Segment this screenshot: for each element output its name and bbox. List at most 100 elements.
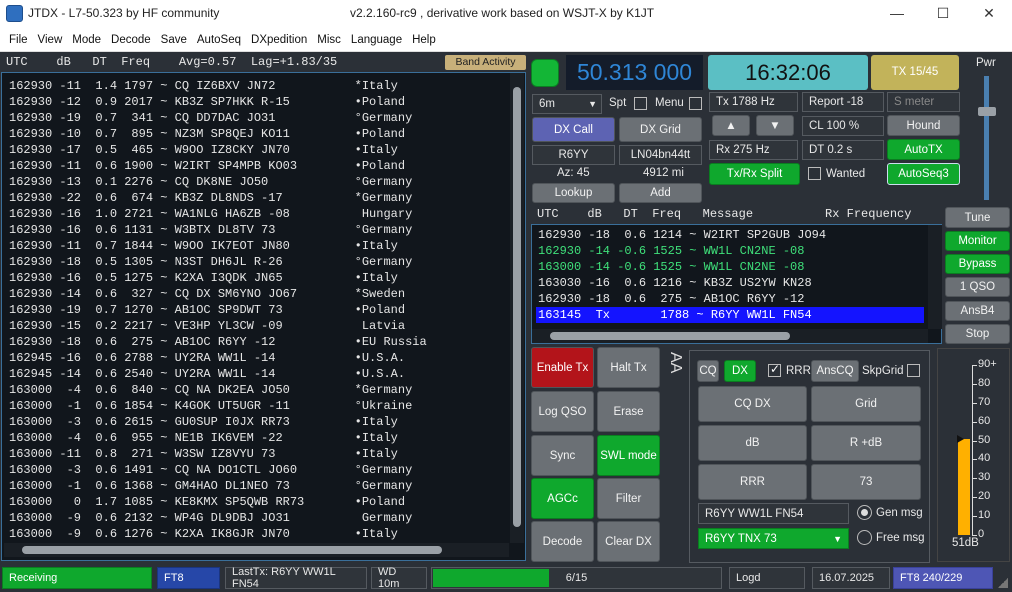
band-row[interactable]: 162945 -16 0.6 2788 ~ UY2RA WW1L -14 •U.…: [9, 350, 405, 366]
rx-frequency-spinbox[interactable]: Rx 275 Hz: [709, 140, 798, 160]
decode-button[interactable]: Decode: [531, 521, 594, 562]
scroll-thumb[interactable]: [22, 546, 442, 554]
r-db-button[interactable]: R +dB: [811, 425, 921, 461]
band-row[interactable]: 163000 -4 0.6 955 ~ NE1B IK6VEM -22 •Ita…: [9, 430, 398, 446]
menu-save[interactable]: Save: [156, 28, 192, 52]
band-row[interactable]: 162930 -16 0.5 1275 ~ K2XA I3QDK JN65 •I…: [9, 270, 398, 286]
pwr-slider-track[interactable]: [984, 76, 989, 200]
menu-file[interactable]: File: [4, 28, 33, 52]
lookup-button[interactable]: Lookup: [532, 183, 615, 203]
band-row[interactable]: 163000 -9 0.6 2132 ~ WP4G DL9DBJ JO31 Ge…: [9, 510, 412, 526]
band-row[interactable]: 162930 -11 0.7 1844 ~ W9OO IK7EOT JN80 •…: [9, 238, 398, 254]
menu-checkbox[interactable]: [689, 97, 702, 110]
band-row[interactable]: 162930 -22 0.6 674 ~ KB3Z DL8NDS -17 *Ge…: [9, 190, 412, 206]
band-row[interactable]: 162930 -19 0.7 341 ~ CQ DD7DAC JO31 °Ger…: [9, 110, 412, 126]
freq-up-button[interactable]: ▲: [712, 115, 750, 136]
clear-dx-button[interactable]: Clear DX: [597, 521, 660, 562]
band-row[interactable]: 163000 0 1.7 1085 ~ KE8KMX SP5QWB RR73 •…: [9, 494, 405, 510]
wanted-checkbox[interactable]: [808, 167, 821, 180]
close-icon[interactable]: ✕: [966, 0, 1012, 28]
tx-frequency-spinbox[interactable]: Tx 1788 Hz: [709, 92, 798, 112]
band-row[interactable]: 162930 -10 0.7 895 ~ NZ3M SP8QEJ KO11 •P…: [9, 126, 405, 142]
gen-msg-field[interactable]: R6YY WW1L FN54: [698, 503, 849, 524]
band-row[interactable]: 162930 -14 0.6 327 ~ CQ DX SM6YNO JO67 *…: [9, 286, 405, 302]
freq-down-button[interactable]: ▼: [756, 115, 794, 136]
free-msg-select[interactable]: R6YY TNX 73 ▼: [698, 528, 849, 549]
rx-row[interactable]: 163145 Tx 1788 ~ R6YY WW1L FN54: [536, 307, 924, 323]
cl-spinbox[interactable]: CL 100 %: [802, 116, 884, 136]
menu-decode[interactable]: Decode: [106, 28, 156, 52]
rx-horizontal-scrollbar[interactable]: [532, 329, 928, 343]
spt-checkbox[interactable]: [634, 97, 647, 110]
dx-grid-button[interactable]: DX Grid: [619, 117, 702, 142]
minimize-icon[interactable]: —: [874, 0, 920, 28]
tune-button[interactable]: Tune: [945, 207, 1010, 228]
cq-dx-button[interactable]: CQ DX: [698, 386, 807, 422]
swl-mode-button[interactable]: SWL mode: [597, 435, 660, 476]
resize-grip-icon[interactable]: [998, 578, 1008, 588]
band-row[interactable]: 163000 -9 0.6 1276 ~ K2XA IK8GJR JN70 •I…: [9, 526, 398, 542]
txrx-split-button[interactable]: Tx/Rx Split: [709, 163, 800, 185]
menu-view[interactable]: View: [33, 28, 68, 52]
rx-row[interactable]: 162930 -18 0.6 1214 ~ W2IRT SP2GUB JO94: [538, 227, 826, 243]
band-horizontal-scrollbar[interactable]: [4, 543, 509, 557]
band-row[interactable]: 162930 -17 0.5 465 ~ W9OO IZ8CKY JN70 •I…: [9, 142, 398, 158]
menu-autoseq[interactable]: AutoSeq: [192, 28, 246, 52]
rx-vertical-scrollbar[interactable]: [928, 225, 942, 329]
scroll-thumb[interactable]: [550, 332, 790, 340]
band-row[interactable]: 163000 -4 0.6 840 ~ CQ NA DK2EA JO50 *Ge…: [9, 382, 412, 398]
menu-language[interactable]: Language: [346, 28, 407, 52]
scroll-thumb[interactable]: [513, 87, 521, 527]
one-qso-button[interactable]: 1 QSO: [945, 277, 1010, 297]
band-row[interactable]: 162930 -15 0.2 2217 ~ VE3HP YL3CW -09 La…: [9, 318, 405, 334]
erase-button[interactable]: Erase: [597, 391, 660, 432]
band-row[interactable]: 163000 -3 0.6 2615 ~ GU0SUP I0JX RR73 •I…: [9, 414, 398, 430]
tx-period-button[interactable]: TX 15/45: [871, 55, 959, 90]
band-row[interactable]: 163000 -1 0.6 1854 ~ K4GOK UT5UGR -11 °U…: [9, 398, 412, 414]
band-select[interactable]: 6m ▼: [532, 94, 602, 114]
monitor-button[interactable]: Monitor: [945, 231, 1010, 251]
maximize-icon[interactable]: ☐: [920, 0, 966, 28]
band-row[interactable]: 162930 -11 0.6 1900 ~ W2IRT SP4MPB KO03 …: [9, 158, 405, 174]
rx-row[interactable]: 163030 -16 0.6 1216 ~ KB3Z US2YW KN28: [538, 275, 812, 291]
skpgrid-checkbox[interactable]: [907, 364, 920, 377]
band-row[interactable]: 162930 -19 0.7 1270 ~ AB1OC SP9DWT 73 •P…: [9, 302, 405, 318]
rig-status-indicator[interactable]: [531, 59, 559, 87]
dx-toggle[interactable]: DX: [724, 360, 756, 382]
pwr-slider-handle[interactable]: [978, 107, 996, 116]
agcc-button[interactable]: AGCc: [531, 478, 594, 519]
73-button[interactable]: 73: [811, 464, 921, 500]
free-msg-radio[interactable]: [857, 530, 872, 545]
band-row[interactable]: 163000 -11 0.8 271 ~ W3SW IZ8VYU 73 •Ita…: [9, 446, 398, 462]
band-row[interactable]: 162930 -18 0.6 275 ~ AB1OC R6YY -12 •EU …: [9, 334, 427, 350]
stop-button[interactable]: Stop: [945, 324, 1010, 344]
rx-row[interactable]: 162930 -14 -0.6 1525 ~ WW1L CN2NE -08: [538, 243, 804, 259]
enable-tx-button[interactable]: Enable Tx: [531, 347, 594, 388]
dx-grid-field[interactable]: LN04bn44tt: [619, 145, 702, 165]
autotx-button[interactable]: AutoTX: [887, 139, 960, 160]
grid-button[interactable]: Grid: [811, 386, 921, 422]
band-row[interactable]: 162930 -11 1.4 1797 ~ CQ IZ6BXV JN72 *It…: [9, 78, 398, 94]
menu-misc[interactable]: Misc: [312, 28, 346, 52]
anscq-button[interactable]: AnsCQ: [811, 360, 859, 382]
dx-call-button[interactable]: DX Call: [532, 117, 615, 142]
halt-tx-button[interactable]: Halt Tx: [597, 347, 660, 388]
log-qso-button[interactable]: Log QSO: [531, 391, 594, 432]
rx-frequency-list[interactable]: 162930 -18 0.6 1214 ~ W2IRT SP2GUB JO94 1…: [531, 224, 942, 344]
rx-row[interactable]: 163000 -14 -0.6 1525 ~ WW1L CN2NE -08: [538, 259, 804, 275]
hound-button[interactable]: Hound: [887, 115, 960, 136]
dt-spinbox[interactable]: DT 0.2 s: [802, 140, 884, 160]
rrr-button[interactable]: RRR: [698, 464, 807, 500]
gen-msg-radio[interactable]: [857, 505, 872, 520]
filter-button[interactable]: Filter: [597, 478, 660, 519]
band-row[interactable]: 163000 -3 0.6 1491 ~ CQ NA DO1CTL JO60 °…: [9, 462, 412, 478]
autoseq-button[interactable]: AutoSeq3: [887, 163, 960, 185]
band-row[interactable]: 162930 -18 0.5 1305 ~ N3ST DH6JL R-26 °G…: [9, 254, 412, 270]
menu-mode[interactable]: Mode: [67, 28, 106, 52]
s-meter-field[interactable]: S meter: [887, 92, 960, 112]
tab-switch-arrows[interactable]: AA: [666, 352, 684, 373]
band-activity-list[interactable]: 162930 -11 1.4 1797 ~ CQ IZ6BXV JN72 *It…: [1, 72, 526, 561]
dx-call-field[interactable]: R6YY: [532, 145, 615, 165]
band-row[interactable]: 163000 -1 0.6 1368 ~ GM4HAO DL1NEO 73 °G…: [9, 478, 412, 494]
db-button[interactable]: dB: [698, 425, 807, 461]
